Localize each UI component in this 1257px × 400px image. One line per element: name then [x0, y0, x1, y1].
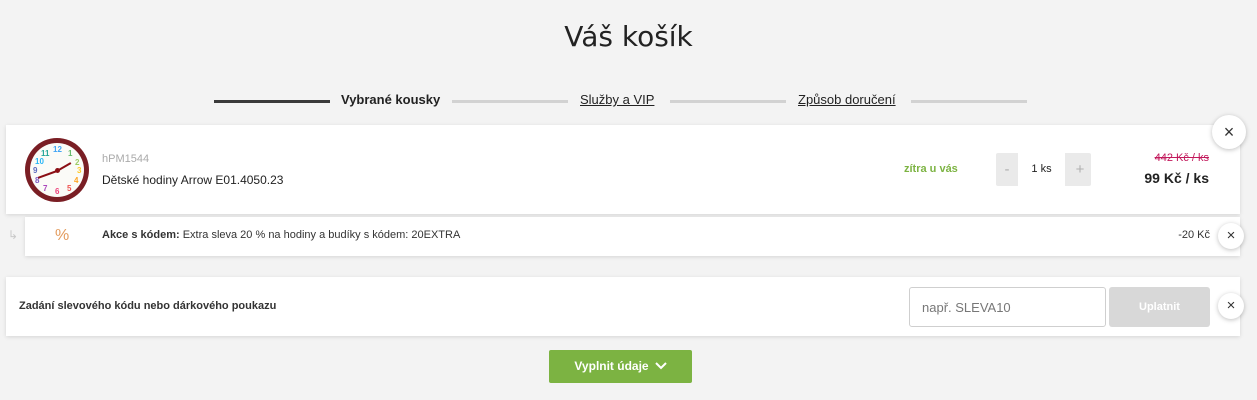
discount-text: Extra sleva 20 % na hodiny a budíky s kó… [182, 229, 461, 241]
close-voucher-button[interactable]: × [1218, 293, 1244, 319]
quantity-decrease-button[interactable]: - [996, 153, 1018, 186]
chevron-down-icon [654, 351, 667, 384]
checkout-steps: Vybrané kousky Služby a VIP Způsob doruč… [214, 92, 1027, 110]
apply-voucher-button[interactable]: Uplatnit [1109, 287, 1210, 327]
discount-amount: -20 Kč [1178, 229, 1210, 241]
clock-number: 3 [77, 166, 82, 175]
discount-row: % Akce s kódem: Extra sleva 20 % na hodi… [25, 217, 1240, 256]
voucher-label: Zadání slevového kódu nebo dárkového pou… [19, 300, 277, 312]
product-sku: hPM1544 [102, 153, 150, 165]
continue-button-label: Vyplnit údaje [574, 359, 649, 373]
discount-description: Akce s kódem: Extra sleva 20 % na hodiny… [102, 229, 460, 241]
remove-discount-button[interactable]: × [1218, 223, 1244, 249]
delivery-info: zítra u vás [904, 163, 958, 175]
percent-icon: % [55, 227, 70, 244]
step-delivery-method[interactable]: Způsob doručení [798, 92, 896, 107]
sub-item-arrow-icon: ↳ [8, 228, 19, 242]
price-current: 99 Kč / ks [1144, 170, 1209, 186]
clock-center [55, 168, 60, 173]
clock-number: 6 [55, 187, 60, 196]
product-name[interactable]: Dětské hodiny Arrow E01.4050.23 [102, 173, 283, 187]
clock-number: 12 [53, 145, 62, 154]
page-title: Váš košík [564, 20, 693, 53]
clock-number: 7 [43, 184, 48, 193]
step-selected-items: Vybrané kousky [341, 92, 441, 107]
clock-face: 12 1 2 3 4 5 6 7 8 9 10 11 [30, 143, 84, 197]
close-icon: × [1223, 122, 1235, 142]
step-divider-line [452, 100, 568, 103]
discount-label: Akce s kódem: [102, 229, 180, 241]
close-icon: × [1226, 227, 1236, 244]
quantity-stepper: - 1 ks + [996, 153, 1091, 186]
quantity-input[interactable]: 1 ks [1018, 153, 1065, 186]
clock-number: 11 [41, 149, 50, 158]
clock-number: 4 [74, 176, 79, 185]
product-image[interactable]: 12 1 2 3 4 5 6 7 8 9 10 11 [25, 138, 89, 202]
cart-item: 12 1 2 3 4 5 6 7 8 9 10 11 hPM1544 Dětsk… [6, 125, 1240, 214]
clock-number: 10 [35, 157, 44, 166]
voucher-section: Zadání slevového kódu nebo dárkového pou… [6, 277, 1240, 336]
step-divider-line [670, 100, 786, 103]
clock-number: 9 [33, 166, 38, 175]
step-divider-line [911, 100, 1027, 103]
continue-button[interactable]: Vyplnit údaje [549, 350, 692, 383]
price-original: 442 Kč / ks [1154, 152, 1209, 164]
clock-number: 1 [68, 149, 73, 158]
close-icon: × [1226, 297, 1236, 314]
clock-number: 5 [67, 184, 72, 193]
step-progress-line [214, 100, 330, 103]
voucher-code-input[interactable] [909, 287, 1106, 327]
quantity-increase-button[interactable]: + [1069, 153, 1091, 186]
remove-item-button[interactable]: × [1212, 115, 1246, 149]
step-services-vip[interactable]: Služby a VIP [580, 92, 654, 107]
